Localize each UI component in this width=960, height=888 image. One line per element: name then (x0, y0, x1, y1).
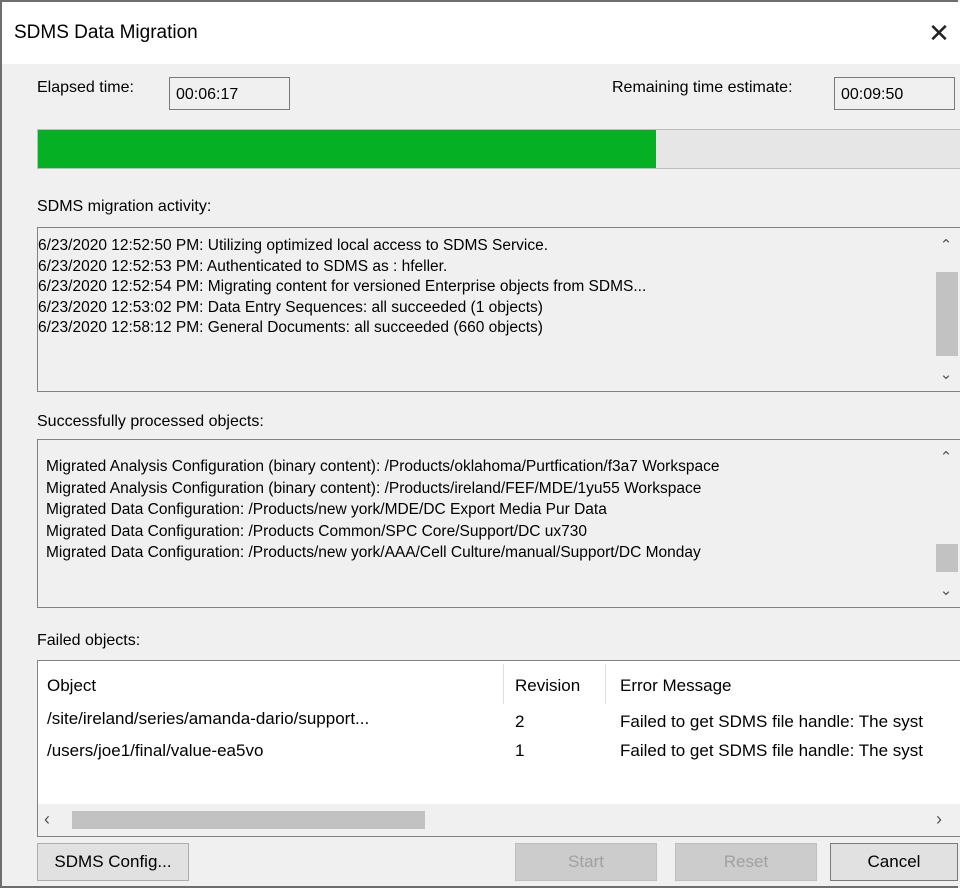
processed-label: Successfully processed objects: (37, 413, 264, 430)
scroll-up-icon[interactable]: ⌃ (931, 448, 960, 466)
scroll-left-icon[interactable]: ‹ (44, 809, 50, 830)
processed-scrollbar[interactable]: ⌃ ⌄ (931, 440, 960, 607)
log-line: 6/23/2020 12:52:53 PM: Authenticated to … (38, 257, 448, 275)
table-row[interactable]: /site/ireland/series/amanda-dario/suppor… (38, 703, 960, 733)
title-bar: SDMS Data Migration ✕ (2, 2, 960, 64)
processed-item: Migrated Analysis Configuration (binary … (46, 458, 720, 475)
scroll-right-icon[interactable]: › (936, 809, 942, 830)
processed-item: Migrated Data Configuration: /Products C… (46, 522, 588, 540)
processed-list[interactable]: Migrated Analysis Configuration (binary … (37, 439, 960, 608)
column-header-object[interactable]: Object (47, 676, 96, 696)
revision-cell: 1 (515, 741, 525, 760)
processed-item: Migrated Analysis Configuration (binary … (46, 479, 702, 497)
processed-item: Migrated Data Configuration: /Products/n… (46, 501, 607, 518)
activity-scrollbar[interactable]: ⌃ ⌄ (931, 228, 960, 391)
elapsed-time-field: 00:06:17 (169, 77, 290, 110)
dialog-window: SDMS Data Migration ✕ Elapsed time: 00:0… (0, 0, 960, 888)
table-row[interactable]: /users/joe1/final/value-ea5vo 1 Failed t… (38, 735, 960, 765)
column-header-revision[interactable]: Revision (515, 676, 580, 696)
failed-objects-table[interactable]: Object Revision Error Message /site/irel… (37, 660, 960, 837)
scroll-down-icon[interactable]: ⌄ (931, 365, 960, 383)
column-divider[interactable] (605, 664, 606, 704)
remaining-time-field: 00:09:50 (834, 77, 955, 110)
processed-item: Migrated Data Configuration: /Products/n… (46, 544, 701, 561)
column-divider[interactable] (503, 664, 504, 704)
scroll-thumb[interactable] (936, 272, 958, 356)
progress-fill (38, 130, 657, 168)
migration-progress-bar (37, 129, 960, 169)
activity-label: SDMS migration activity: (37, 198, 212, 215)
activity-log[interactable]: 6/23/2020 12:52:50 PM: Utilizing optimiz… (37, 227, 960, 392)
scroll-up-icon[interactable]: ⌃ (931, 236, 960, 254)
elapsed-time-label: Elapsed time: (37, 79, 134, 96)
log-line: 6/23/2020 12:52:50 PM: Utilizing optimiz… (38, 237, 549, 254)
window-title: SDMS Data Migration (14, 22, 198, 43)
cancel-button[interactable]: Cancel (830, 843, 958, 881)
reset-button[interactable]: Reset (675, 843, 817, 881)
scroll-thumb[interactable] (72, 811, 425, 829)
error-cell: Failed to get SDMS file handle: The syst (620, 712, 924, 731)
scroll-thumb[interactable] (936, 544, 958, 572)
start-button[interactable]: Start (515, 843, 657, 881)
scroll-down-icon[interactable]: ⌄ (931, 581, 960, 599)
error-cell: Failed to get SDMS file handle: The syst (620, 741, 924, 760)
revision-cell: 2 (515, 712, 525, 731)
failed-horizontal-scrollbar[interactable]: ‹ › (38, 804, 960, 836)
failed-label: Failed objects: (37, 632, 141, 649)
object-cell: /site/ireland/series/amanda-dario/suppor… (47, 709, 370, 728)
log-line: 6/23/2020 12:52:54 PM: Migrating content… (38, 278, 647, 295)
log-line: 6/23/2020 12:53:02 PM: Data Entry Sequen… (38, 298, 543, 316)
sdms-config-button[interactable]: SDMS Config... (37, 843, 189, 881)
column-header-error[interactable]: Error Message (620, 676, 731, 696)
log-line: 6/23/2020 12:58:12 PM: General Documents… (38, 319, 543, 336)
close-icon[interactable]: ✕ (922, 16, 956, 50)
remaining-time-label: Remaining time estimate: (612, 79, 793, 96)
object-cell: /users/joe1/final/value-ea5vo (47, 741, 264, 760)
